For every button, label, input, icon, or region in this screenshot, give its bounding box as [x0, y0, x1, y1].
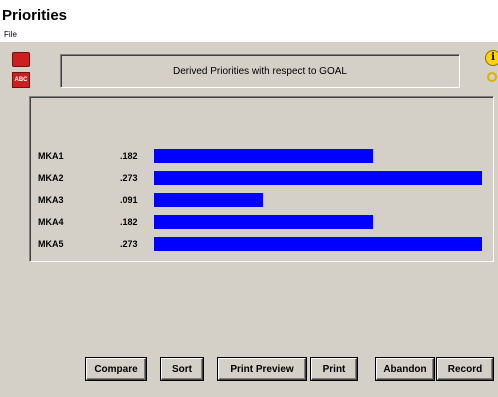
menu-file[interactable]: File [4, 30, 17, 39]
title-bar: Priorities [0, 0, 498, 30]
menu-bar: File [0, 30, 498, 42]
header-title: Derived Priorities with respect to GOAL [173, 65, 347, 77]
priority-bar [154, 149, 373, 163]
print-preview-button[interactable]: Print Preview [218, 358, 306, 380]
row-value: .273 [120, 173, 138, 183]
header-box: Derived Priorities with respect to GOAL [60, 54, 460, 88]
priority-bar [154, 171, 482, 185]
priority-row: MKA5 .273 [30, 237, 493, 251]
priority-row: MKA3 .091 [30, 193, 493, 207]
row-value: .091 [120, 195, 138, 205]
key-icon[interactable] [487, 72, 497, 82]
abc-icon[interactable]: ABC [12, 72, 30, 88]
priorities-panel: MKA1 .182 MKA2 .273 MKA3 .091 MKA4 .182 … [29, 96, 494, 262]
priority-row: MKA1 .182 [30, 149, 493, 163]
window-title: Priorities [2, 7, 68, 24]
row-value: .182 [120, 217, 138, 227]
priority-row: MKA4 .182 [30, 215, 493, 229]
red-flag-icon[interactable] [12, 52, 30, 67]
priority-bar [154, 237, 482, 251]
row-value: .273 [120, 239, 138, 249]
row-value: .182 [120, 151, 138, 161]
row-label: MKA3 [38, 195, 64, 205]
abandon-button[interactable]: Abandon [376, 358, 434, 380]
record-button[interactable]: Record [437, 358, 493, 380]
row-label: MKA4 [38, 217, 64, 227]
compare-button[interactable]: Compare [86, 358, 146, 380]
row-label: MKA5 [38, 239, 64, 249]
info-icon[interactable]: i [485, 50, 498, 66]
row-label: MKA1 [38, 151, 64, 161]
priority-bar [154, 193, 263, 207]
print-button[interactable]: Print [311, 358, 357, 380]
row-label: MKA2 [38, 173, 64, 183]
sort-button[interactable]: Sort [161, 358, 203, 380]
priority-row: MKA2 .273 [30, 171, 493, 185]
priority-bar [154, 215, 373, 229]
